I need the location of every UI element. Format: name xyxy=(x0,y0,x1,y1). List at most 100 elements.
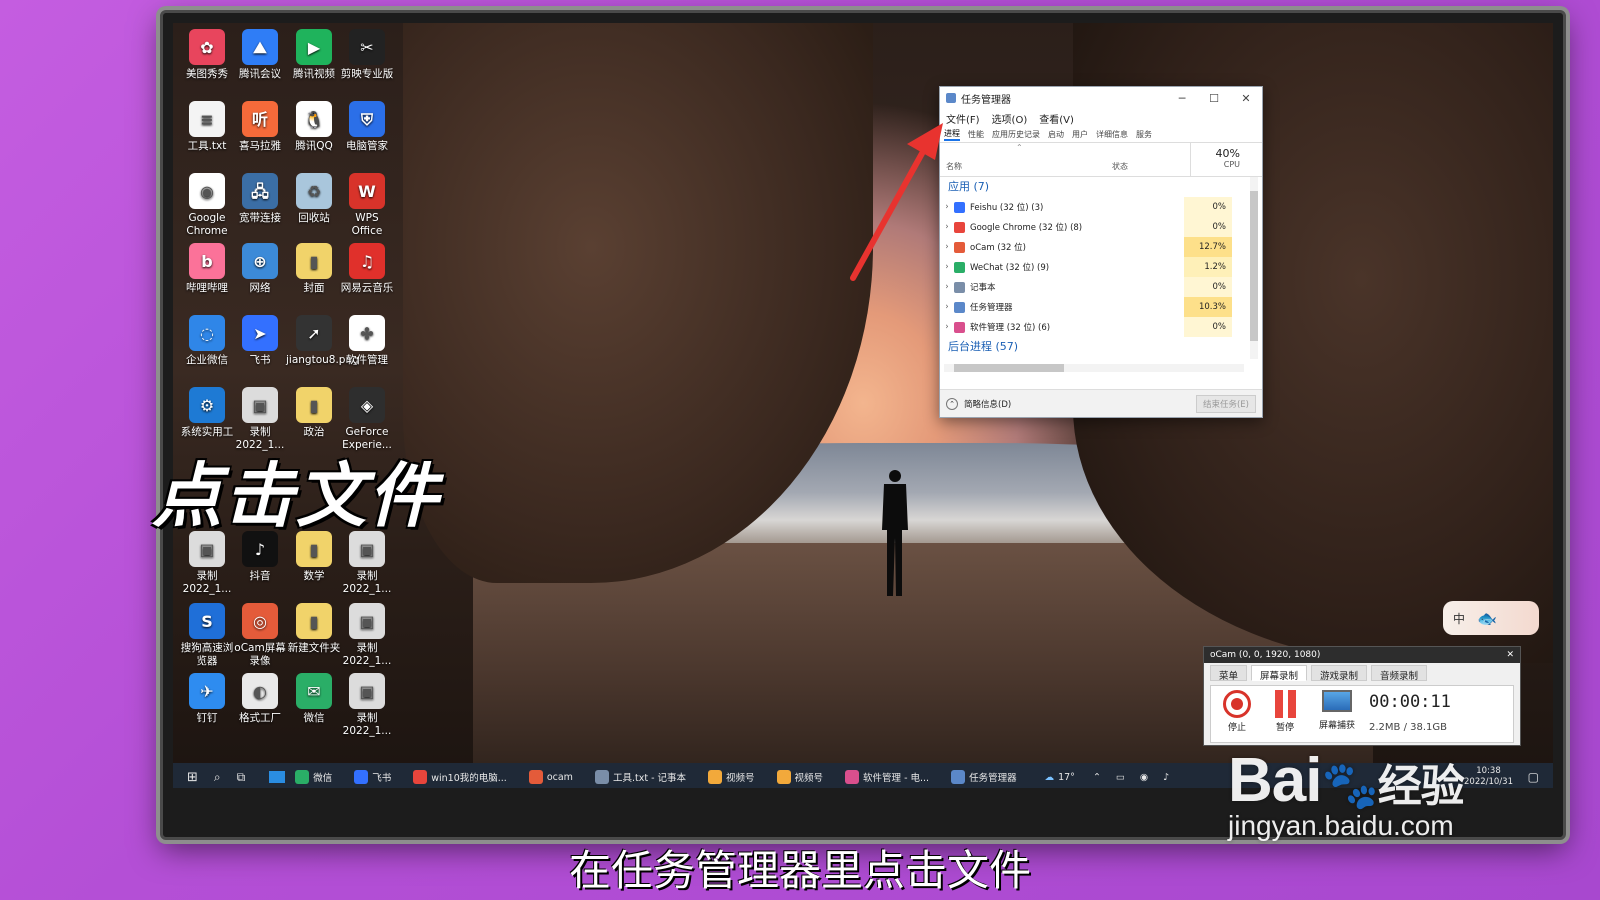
ocam-tab-menu[interactable]: 菜单 xyxy=(1210,665,1248,682)
desktop-icon[interactable]: ⚙ 系统实用工 xyxy=(179,387,235,439)
desktop-icon[interactable]: ◉ Google Chrome xyxy=(179,173,235,238)
desktop-icon[interactable]: ≡ 工具.txt xyxy=(179,101,235,153)
desktop-icon[interactable]: ▮ 新建文件夹 xyxy=(286,603,342,655)
desktop-icon[interactable]: W WPS Office xyxy=(339,173,395,238)
task-view-icon[interactable]: ⧉ xyxy=(237,770,246,785)
app-icon: ➤ xyxy=(242,315,278,351)
apps-group-label[interactable]: 应用 (7) xyxy=(940,177,1262,197)
horizontal-scrollbar[interactable] xyxy=(944,364,1244,372)
windows-start-icon[interactable]: ⊞ xyxy=(187,770,198,785)
desktop-icon[interactable]: ▶ 腾讯视频 xyxy=(286,29,342,81)
desktop-icon[interactable]: ▣ 录制2022_1... xyxy=(339,673,395,738)
taskbar-item[interactable]: 工具.txt - 记事本 xyxy=(594,770,686,784)
process-row[interactable]: › 软件管理 (32 位) (6) 0% xyxy=(940,317,1262,337)
ocam-titlebar[interactable]: oCam (0, 0, 1920, 1080) ✕ xyxy=(1204,647,1520,663)
desktop-icon[interactable]: ◎ oCam屏幕录像 xyxy=(232,603,288,668)
taskbar-item[interactable]: 微信 xyxy=(295,770,332,784)
scrollbar-thumb[interactable] xyxy=(1250,191,1258,341)
cpu-column-label: CPU xyxy=(1223,160,1240,169)
vertical-scrollbar[interactable] xyxy=(1250,177,1258,359)
chevron-up-icon[interactable]: ⌃ xyxy=(946,397,958,410)
task-manager-titlebar[interactable]: 任务管理器 ─ ☐ ✕ xyxy=(940,87,1262,109)
process-row[interactable]: › 记事本 0% xyxy=(940,277,1262,297)
tab-services[interactable]: 服务 xyxy=(1136,129,1152,140)
fewer-details-link[interactable]: 简略信息(D) xyxy=(964,398,1011,410)
desktop-icon[interactable]: 听喜马拉雅 xyxy=(232,101,288,153)
desktop-icon[interactable]: b 哔哩哔哩 xyxy=(179,243,235,295)
taskbar-item[interactable]: ocam xyxy=(528,770,573,784)
search-icon[interactable]: ⌕ xyxy=(214,770,221,785)
chevron-right-icon[interactable]: › xyxy=(940,302,954,312)
watermark-logo: Bai🐾经验 xyxy=(1228,745,1528,816)
desktop-icon[interactable]: ▮ 封面 xyxy=(286,243,342,295)
maximize-icon[interactable]: ☐ xyxy=(1198,92,1230,105)
taskbar-item[interactable]: win10我的电脑... xyxy=(413,770,507,784)
desktop-icon[interactable]: ➤ 飞书 xyxy=(232,315,288,367)
desktop-icon[interactable]: ▮ 政治 xyxy=(286,387,342,439)
desktop-icon[interactable]: ◐ 格式工厂 xyxy=(232,673,288,725)
taskbar-item[interactable]: 视频号 xyxy=(708,770,755,784)
ocam-tab-game-record[interactable]: 游戏录制 xyxy=(1311,665,1368,682)
menu-view[interactable]: 查看(V) xyxy=(1039,111,1074,126)
app-icon: ⚙ xyxy=(189,387,225,423)
process-row[interactable]: › Google Chrome (32 位) (8) 0% xyxy=(940,217,1262,237)
desktop-icon[interactable]: ⛰ 腾讯会议 xyxy=(232,29,288,81)
tab-startup[interactable]: 启动 xyxy=(1048,129,1064,140)
desktop-icon[interactable]: ▣ 录制2022_1... xyxy=(339,603,395,668)
desktop-icon[interactable]: ✂ 剪映专业版 xyxy=(339,29,395,81)
process-row[interactable]: › oCam (32 位) 12.7% xyxy=(940,237,1262,257)
tab-details[interactable]: 详细信息 xyxy=(1096,129,1128,140)
background-group-label[interactable]: 后台进程 (57) xyxy=(940,337,1262,357)
weather-temp[interactable]: 17° xyxy=(1058,772,1075,783)
close-icon[interactable]: ✕ xyxy=(1230,92,1262,105)
minimize-icon[interactable]: ─ xyxy=(1166,92,1198,105)
chevron-right-icon[interactable]: › xyxy=(940,322,954,332)
desktop-icon[interactable]: ⛨ 电脑管家 xyxy=(339,101,395,153)
tab-performance[interactable]: 性能 xyxy=(968,129,984,140)
hscrollbar-thumb[interactable] xyxy=(954,364,1064,372)
ocam-stop-button[interactable]: 停止 xyxy=(1219,690,1255,733)
end-task-button[interactable]: 结束任务(E) xyxy=(1195,394,1256,413)
desktop-icon[interactable]: ♻ 回收站 xyxy=(286,173,342,225)
taskbar-item[interactable]: 飞书 xyxy=(354,770,391,784)
process-row[interactable]: › WeChat (32 位) (9) 1.2% xyxy=(940,257,1262,277)
menu-options[interactable]: 选项(O) xyxy=(992,111,1028,126)
process-row[interactable]: › 任务管理器 10.3% xyxy=(940,297,1262,317)
desktop-icon[interactable]: ✤ 软件管理 xyxy=(339,315,395,367)
ime-badge[interactable]: 中 🐟 xyxy=(1443,601,1539,635)
desktop-icon[interactable]: S 搜狗高速浏览器 xyxy=(179,603,235,668)
ocam-pause-button[interactable]: 暂停 xyxy=(1267,690,1303,733)
taskbar-item[interactable]: 视频号 xyxy=(776,770,823,784)
taskbar-item[interactable]: 任务管理器 xyxy=(951,770,1017,784)
ocam-screen-label: 屏幕捕获 xyxy=(1318,721,1355,731)
desktop-icon[interactable]: 🖧 宽带连接 xyxy=(232,173,288,225)
tab-users[interactable]: 用户 xyxy=(1072,129,1088,140)
taskbar-item[interactable]: 软件管理 - 电... xyxy=(845,770,929,784)
notification-icon[interactable]: ▢ xyxy=(1528,770,1539,784)
task-manager-window[interactable]: 任务管理器 ─ ☐ ✕ 文件(F) 选项(O) 查看(V) 进程 性能 应用历史… xyxy=(939,86,1263,418)
desktop-icon[interactable]: ♫ 网易云音乐 xyxy=(339,243,395,295)
desktop-icon[interactable]: ◌ 企业微信 xyxy=(179,315,235,367)
tab-app-history[interactable]: 应用历史记录 xyxy=(992,129,1040,140)
mail-icon[interactable] xyxy=(269,771,286,783)
desktop-icon[interactable]: ✉ 微信 xyxy=(286,673,342,725)
desktop-icon[interactable]: ✈ 钉钉 xyxy=(179,673,235,725)
desktop-icon[interactable]: ➚ jiangtou8.png xyxy=(286,315,359,367)
tray-icons[interactable]: ⌃ ▭ ◉ ♪ xyxy=(1093,772,1175,783)
column-status[interactable]: 状态 xyxy=(1112,161,1128,172)
ocam-tab-screen-record[interactable]: 屏幕录制 xyxy=(1251,665,1308,682)
desktop-icon[interactable]: 🐧 腾讯QQ xyxy=(286,101,342,153)
ocam-close-icon[interactable]: ✕ xyxy=(1506,650,1514,660)
desktop-icon[interactable]: ⊕ 网络 xyxy=(232,243,288,295)
process-cpu: 1.2% xyxy=(1184,257,1232,277)
taskbar-app-icon xyxy=(845,770,860,784)
ocam-screen-button[interactable]: 屏幕捕获 xyxy=(1315,690,1359,731)
column-cpu[interactable]: 40% CPU xyxy=(1190,143,1246,177)
desktop-icon[interactable]: ✿ 美图秀秀 xyxy=(179,29,235,81)
ocam-window[interactable]: oCam (0, 0, 1920, 1080) ✕ 菜单 屏幕录制 游戏录制 音… xyxy=(1203,646,1521,746)
process-row[interactable]: › Feishu (32 位) (3) 0% xyxy=(940,197,1262,217)
taskbar-app-icon xyxy=(594,770,609,784)
ocam-tab-audio-record[interactable]: 音频录制 xyxy=(1371,665,1428,682)
app-icon: ✤ xyxy=(349,315,385,351)
weather-icon[interactable]: ☁ xyxy=(1045,772,1055,783)
